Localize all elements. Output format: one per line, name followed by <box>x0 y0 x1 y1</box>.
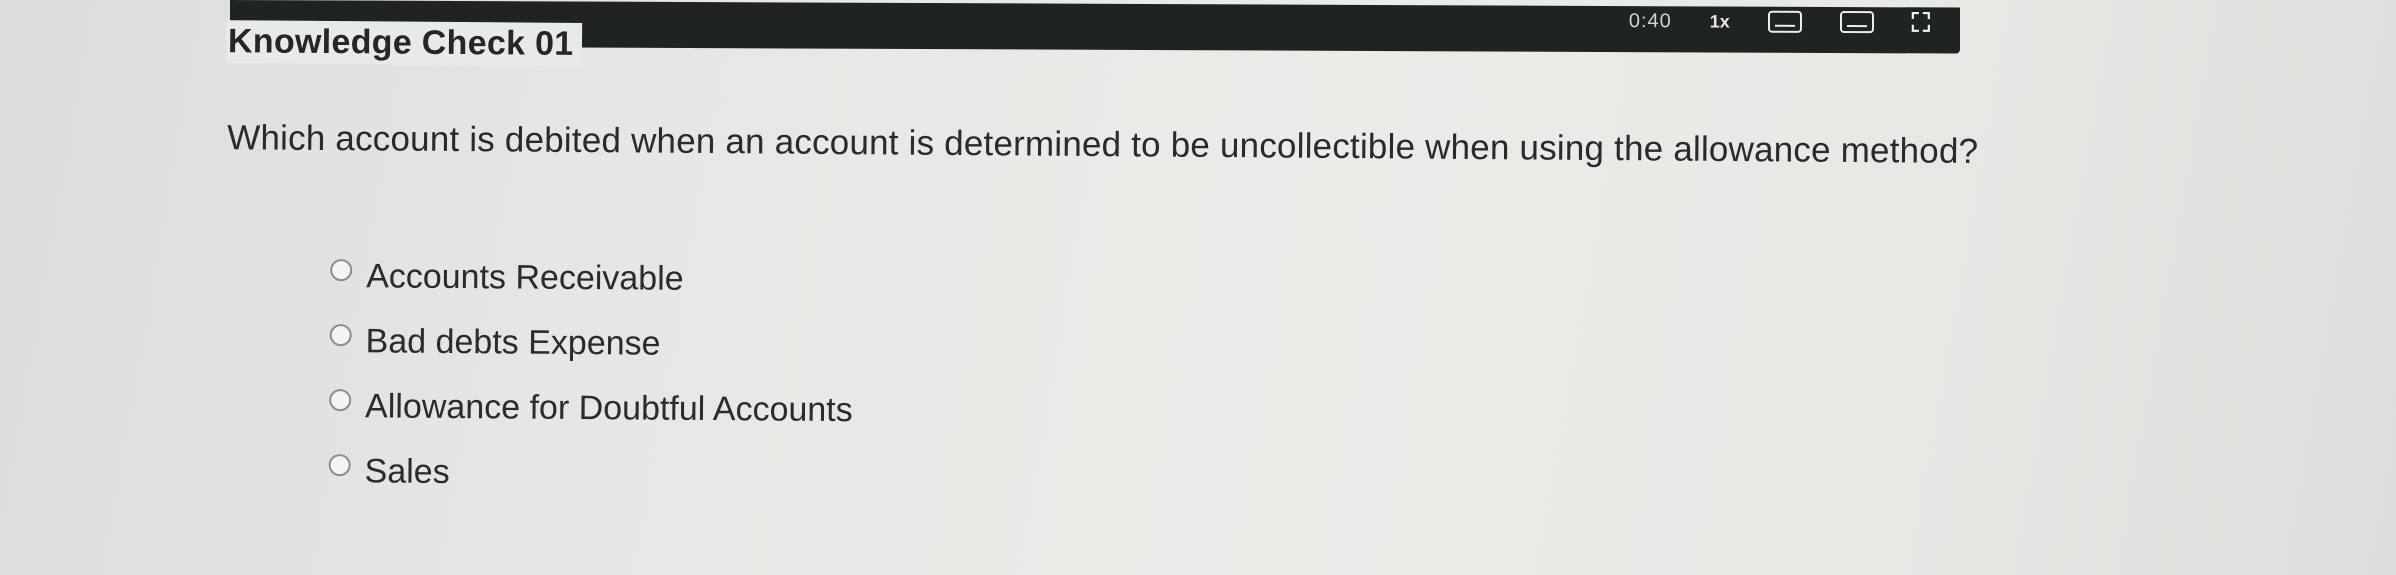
option-label: Bad debts Expense <box>365 321 661 363</box>
question-text: Which account is debited when an account… <box>227 118 1979 171</box>
answer-option-sales[interactable]: Sales <box>328 451 852 495</box>
radio-button[interactable] <box>328 454 351 477</box>
option-label: Accounts Receivable <box>366 256 684 298</box>
answer-option-accounts-receivable[interactable]: Accounts Receivable <box>330 256 854 300</box>
option-label: Sales <box>364 451 450 491</box>
answer-options: Accounts Receivable Bad debts Expense Al… <box>328 256 853 495</box>
knowledge-check-panel: Knowledge Check 01 Which account is debi… <box>0 0 2396 575</box>
answer-option-allowance-for-doubtful-accounts[interactable]: Allowance for Doubtful Accounts <box>329 386 853 430</box>
radio-button[interactable] <box>329 389 352 412</box>
option-label: Allowance for Doubtful Accounts <box>364 386 853 429</box>
radio-button[interactable] <box>330 259 353 282</box>
quiz-title: Knowledge Check 01 <box>225 20 582 66</box>
answer-option-bad-debts-expense[interactable]: Bad debts Expense <box>329 321 853 365</box>
radio-button[interactable] <box>329 324 352 347</box>
